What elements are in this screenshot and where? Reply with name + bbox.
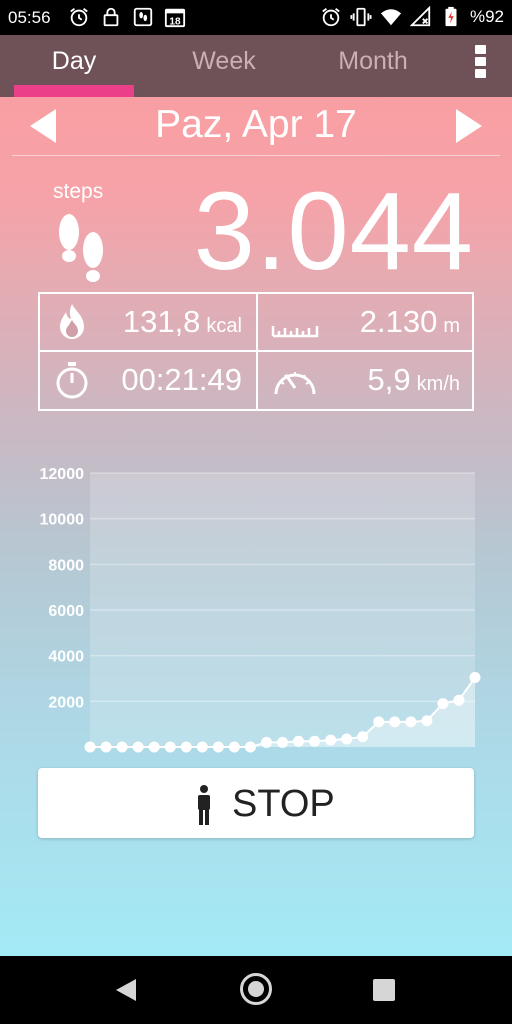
steps-caption: steps <box>53 180 104 203</box>
alarm-icon <box>70 8 88 27</box>
tab-bar: Day Week Month <box>0 35 512 97</box>
data-point <box>309 735 321 747</box>
data-point <box>180 741 192 753</box>
data-point <box>293 735 305 747</box>
wifi-icon <box>380 9 402 26</box>
vibrate-icon <box>350 7 372 27</box>
date-label: Paz, Apr 17 <box>155 103 357 146</box>
data-point <box>469 671 481 683</box>
divider <box>12 155 500 156</box>
tab-day[interactable]: Day <box>4 47 144 76</box>
lock-icon <box>103 7 119 27</box>
speed-unit: km/h <box>416 373 460 395</box>
y-tick-label: 4000 <box>48 649 84 666</box>
stop-button[interactable]: STOP <box>38 768 474 838</box>
ruler-icon <box>271 326 319 338</box>
data-point <box>244 741 256 753</box>
duration-cell: 00:21:49 <box>40 352 256 408</box>
stop-label: STOP <box>232 783 335 825</box>
previous-day-button[interactable] <box>30 109 56 143</box>
data-point <box>196 741 208 753</box>
calories-cell: 131,8 kcal <box>40 294 256 350</box>
y-tick-label: 12000 <box>40 466 85 483</box>
data-point <box>100 741 112 753</box>
pedometer-icon <box>133 7 153 27</box>
duration-value: 00:21:49 <box>121 362 242 397</box>
distance-value: 2.130 <box>359 304 438 339</box>
data-point <box>405 716 417 728</box>
speed-value: 5,9 <box>367 362 411 397</box>
data-point <box>421 715 433 727</box>
distance-unit: m <box>443 315 460 337</box>
data-point <box>84 741 96 753</box>
navigation-bar <box>0 956 512 1024</box>
date-navigator: Paz, Apr 17 <box>0 97 512 155</box>
footprints-icon <box>59 214 103 282</box>
tab-month[interactable]: Month <box>303 47 443 76</box>
calories-unit: kcal <box>206 315 242 337</box>
data-point <box>132 741 144 753</box>
svg-text:18: 18 <box>169 16 181 27</box>
data-point <box>437 698 449 710</box>
calendar-18-icon: 18 <box>164 8 186 27</box>
y-tick-label: 6000 <box>48 603 84 620</box>
alarm-icon <box>322 8 340 27</box>
hourly-steps-chart: 2000400060008000100001200024681012141618… <box>0 425 512 755</box>
back-icon[interactable] <box>116 979 136 1001</box>
battery-percentage: %92 <box>469 7 504 26</box>
system-icons: %92 <box>320 6 504 28</box>
data-point <box>277 736 288 748</box>
data-point <box>341 733 353 745</box>
data-point <box>325 734 337 746</box>
status-time: 05:56 <box>8 8 51 27</box>
stopwatch-icon <box>56 362 88 399</box>
speedometer-icon <box>274 372 316 395</box>
data-point <box>212 741 224 753</box>
status-bar: 05:56 18 %92 <box>0 0 512 35</box>
data-point <box>357 731 369 743</box>
data-point <box>373 716 385 728</box>
speed-cell: 5,9 km/h <box>258 352 474 408</box>
recents-icon[interactable] <box>373 979 395 1001</box>
data-point <box>260 736 272 748</box>
y-tick-label: 2000 <box>48 694 84 711</box>
no-signal-icon <box>409 6 431 27</box>
data-point <box>164 741 176 753</box>
home-icon[interactable] <box>240 973 272 1005</box>
data-point <box>228 741 240 753</box>
battery-charging-icon <box>445 6 457 27</box>
steps-count: 3.044 <box>193 170 474 293</box>
distance-cell: 2.130 m <box>258 294 474 350</box>
steps-summary: steps 3.044 <box>0 160 512 293</box>
next-day-button[interactable] <box>456 109 482 143</box>
data-point <box>116 741 128 753</box>
stats-grid: 131,8 kcal 2.130 m 00:21:49 5,9 km/h <box>38 292 474 411</box>
flame-icon <box>60 304 84 339</box>
pedometer-app: Day Week Month Paz, Apr 17 steps 3.044 1… <box>0 35 512 956</box>
overflow-menu-icon[interactable] <box>470 45 490 85</box>
calories-value: 131,8 <box>122 304 201 339</box>
data-point <box>148 741 160 753</box>
y-tick-label: 8000 <box>48 557 84 574</box>
active-tab-indicator <box>14 85 134 97</box>
chart-svg: 2000400060008000100001200024681012141618… <box>40 466 481 753</box>
notification-icons: 18 <box>68 6 186 28</box>
tab-week[interactable]: Week <box>154 47 294 76</box>
data-point <box>453 694 465 706</box>
y-tick-label: 10000 <box>40 512 85 529</box>
data-point <box>389 716 401 728</box>
walking-person-icon <box>198 785 210 825</box>
